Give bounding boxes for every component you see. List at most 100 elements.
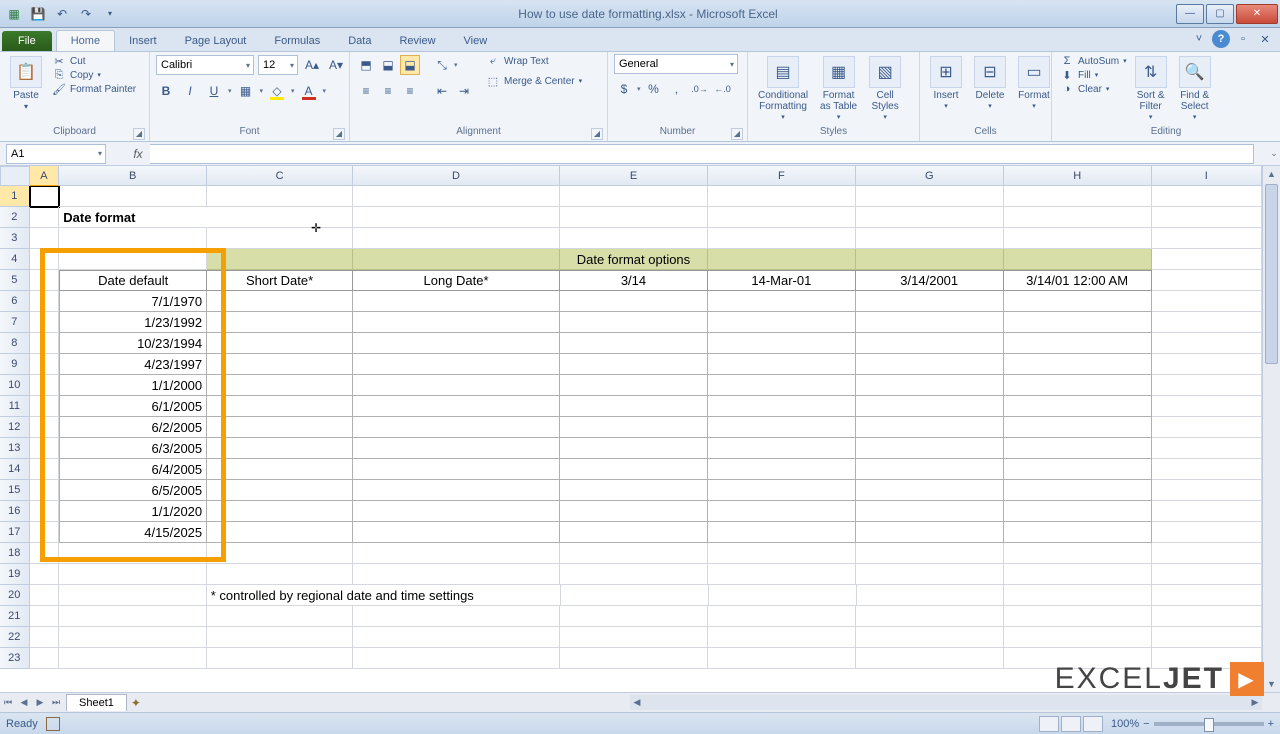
cell[interactable] xyxy=(560,564,708,585)
cell[interactable] xyxy=(30,606,60,627)
formula-input[interactable] xyxy=(150,144,1254,164)
help-icon[interactable]: ? xyxy=(1212,30,1230,48)
cell[interactable] xyxy=(708,354,856,375)
row-header[interactable]: 1 xyxy=(0,186,30,207)
cell[interactable] xyxy=(59,543,207,564)
minimize-ribbon-icon[interactable]: ˅ xyxy=(1190,30,1208,48)
tab-data[interactable]: Data xyxy=(334,31,385,51)
cell[interactable] xyxy=(1152,312,1262,333)
hscroll-right-icon[interactable]: ▶ xyxy=(1248,697,1262,708)
cell[interactable] xyxy=(30,648,60,669)
row-header[interactable]: 10 xyxy=(0,375,30,396)
col-header-g[interactable]: G xyxy=(856,166,1004,186)
cell[interactable] xyxy=(353,564,560,585)
cell[interactable] xyxy=(207,522,353,543)
align-bottom-icon[interactable]: ⬓ xyxy=(400,55,420,75)
row-header[interactable]: 12 xyxy=(0,417,30,438)
cell[interactable] xyxy=(30,564,60,585)
cell[interactable] xyxy=(1004,564,1152,585)
qat-dropdown-icon[interactable]: ▾ xyxy=(100,4,120,24)
clipboard-launcher[interactable]: ◢ xyxy=(133,128,145,140)
tab-home[interactable]: Home xyxy=(56,30,115,51)
tab-review[interactable]: Review xyxy=(385,31,449,51)
format-cells-button[interactable]: ▭Format▾ xyxy=(1014,54,1054,114)
align-middle-icon[interactable]: ⬓ xyxy=(378,55,398,75)
cell[interactable] xyxy=(207,543,353,564)
cell[interactable] xyxy=(708,501,856,522)
cell[interactable] xyxy=(30,333,60,354)
cell[interactable] xyxy=(856,438,1004,459)
copy-button[interactable]: ⎘Copy▾ xyxy=(50,68,136,82)
cell[interactable] xyxy=(1152,459,1262,480)
grow-font-icon[interactable]: A▴ xyxy=(302,55,322,75)
cell[interactable] xyxy=(59,648,207,669)
cell[interactable] xyxy=(560,459,708,480)
cell[interactable] xyxy=(856,480,1004,501)
cell[interactable] xyxy=(30,501,60,522)
tab-file[interactable]: File xyxy=(2,31,52,51)
cell[interactable] xyxy=(207,228,353,249)
cell[interactable] xyxy=(708,291,856,312)
cell[interactable] xyxy=(353,375,560,396)
cell[interactable] xyxy=(708,312,856,333)
cell[interactable] xyxy=(353,438,560,459)
row-header[interactable]: 17 xyxy=(0,522,30,543)
row-header[interactable]: 4 xyxy=(0,249,30,270)
align-left-icon[interactable]: ≡ xyxy=(356,81,376,101)
cell[interactable] xyxy=(560,543,708,564)
font-launcher[interactable]: ◢ xyxy=(333,128,345,140)
cell[interactable] xyxy=(856,312,1004,333)
cell[interactable] xyxy=(207,207,353,228)
col-header-f[interactable]: F xyxy=(708,166,856,186)
cell[interactable] xyxy=(560,312,708,333)
cell[interactable]: 1/23/1992 xyxy=(59,312,207,333)
cell-styles-button[interactable]: ▧Cell Styles▾ xyxy=(865,54,905,125)
cell[interactable] xyxy=(1152,480,1262,501)
cell[interactable] xyxy=(59,186,207,207)
cell[interactable]: 3/14/01 12:00 AM xyxy=(1004,270,1152,291)
cell[interactable] xyxy=(1004,228,1152,249)
row-header[interactable]: 2 xyxy=(0,207,30,228)
cell[interactable] xyxy=(708,186,856,207)
cell[interactable] xyxy=(709,585,857,606)
cell[interactable] xyxy=(856,186,1004,207)
tab-insert[interactable]: Insert xyxy=(115,31,171,51)
cell[interactable]: 6/3/2005 xyxy=(59,438,207,459)
cell[interactable]: 7/1/1970 xyxy=(59,291,207,312)
cell[interactable] xyxy=(1152,375,1262,396)
page-break-view-icon[interactable] xyxy=(1083,716,1103,732)
cell[interactable] xyxy=(1152,228,1262,249)
sheet-last-icon[interactable]: ⏭ xyxy=(48,697,64,708)
cell[interactable] xyxy=(560,438,708,459)
cell[interactable] xyxy=(1152,417,1262,438)
row-header[interactable]: 18 xyxy=(0,543,30,564)
cell[interactable] xyxy=(1152,522,1262,543)
cell[interactable] xyxy=(856,627,1004,648)
cell[interactable] xyxy=(353,354,560,375)
cell[interactable]: Long Date* xyxy=(353,270,560,291)
row-header[interactable]: 16 xyxy=(0,501,30,522)
font-size-combo[interactable]: 12 xyxy=(258,55,298,75)
cell[interactable] xyxy=(1152,249,1262,270)
cell[interactable] xyxy=(1004,480,1152,501)
cell[interactable] xyxy=(1152,627,1262,648)
cell[interactable] xyxy=(353,291,560,312)
cell[interactable] xyxy=(560,501,708,522)
cell[interactable]: Date default xyxy=(59,270,207,291)
cell[interactable] xyxy=(708,522,856,543)
cell[interactable] xyxy=(353,543,560,564)
cell[interactable] xyxy=(30,207,60,228)
cell[interactable]: 1/1/2020 xyxy=(59,501,207,522)
cell[interactable]: * controlled by regional date and time s… xyxy=(207,585,355,606)
cell[interactable]: 10/23/1994 xyxy=(59,333,207,354)
align-center-icon[interactable]: ≡ xyxy=(378,81,398,101)
cell[interactable] xyxy=(207,564,353,585)
decrease-indent-icon[interactable]: ⇤ xyxy=(432,81,452,101)
format-painter-button[interactable]: 🖌Format Painter xyxy=(50,82,136,96)
find-select-button[interactable]: 🔍Find & Select▾ xyxy=(1175,54,1215,125)
row-header[interactable]: 8 xyxy=(0,333,30,354)
col-header-b[interactable]: B xyxy=(59,166,207,186)
col-header-a[interactable]: A xyxy=(30,166,60,186)
cell[interactable] xyxy=(561,585,709,606)
cell[interactable] xyxy=(1004,459,1152,480)
